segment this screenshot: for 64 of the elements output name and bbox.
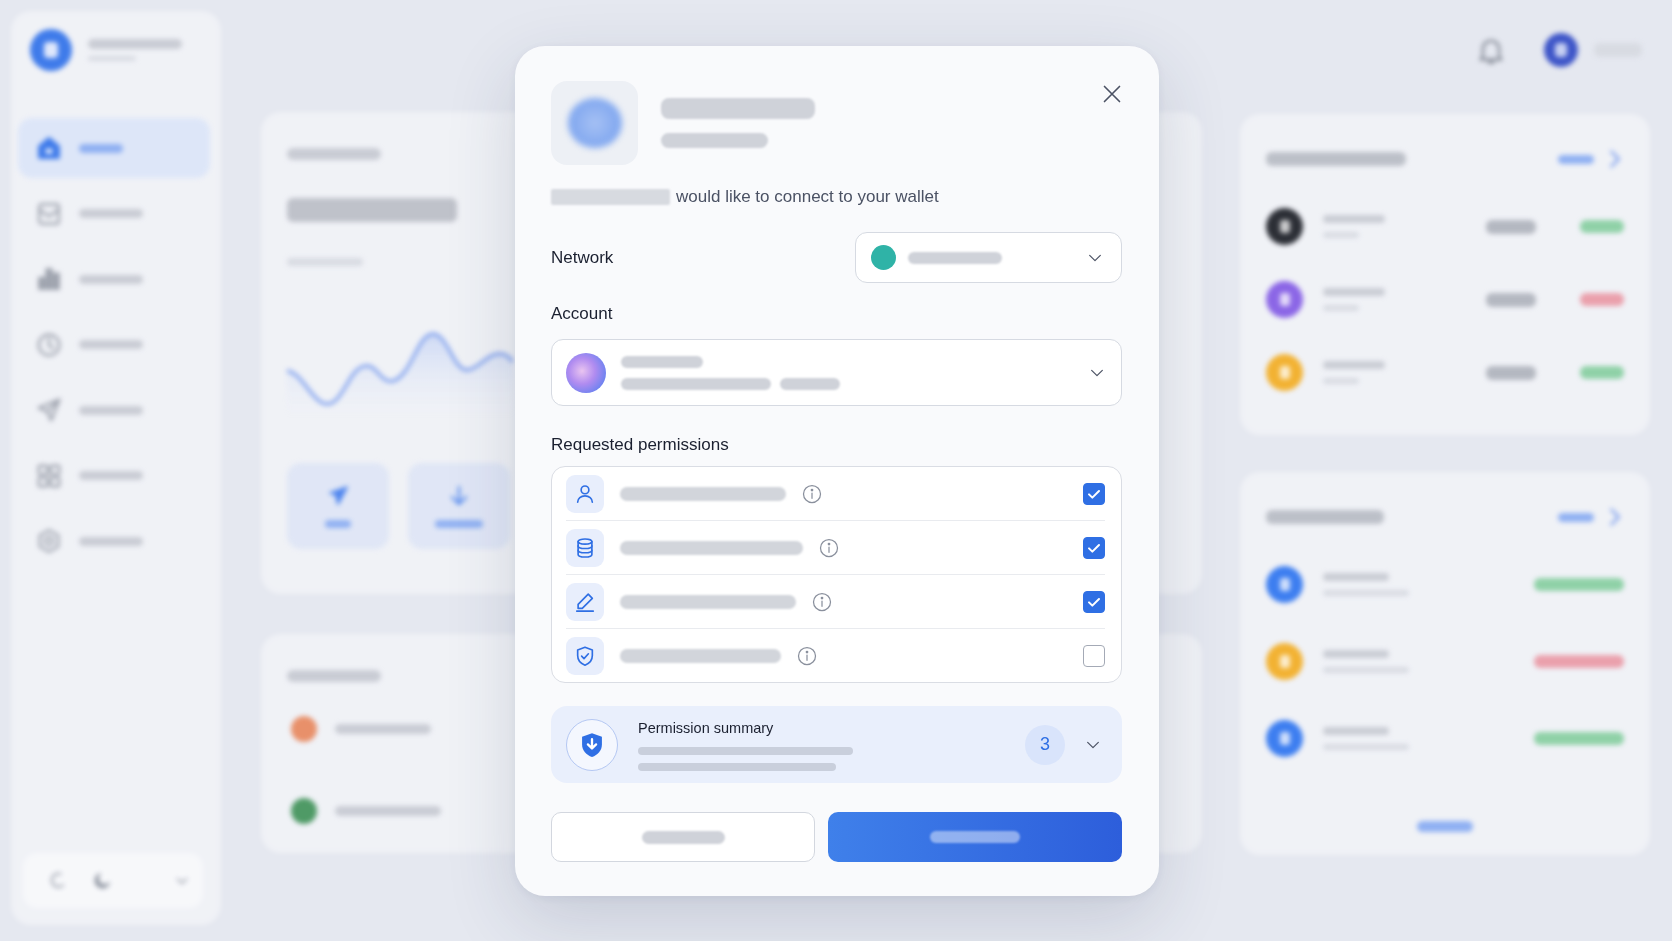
redacted-text (79, 143, 123, 153)
redacted-text (1323, 361, 1385, 369)
redacted-text (1323, 727, 1389, 735)
redacted-text (1486, 219, 1536, 234)
brand-logo-icon (30, 29, 72, 71)
action-button[interactable] (408, 463, 510, 549)
redacted-text (1486, 292, 1536, 307)
moon-icon (92, 870, 112, 891)
redacted-text (1558, 512, 1594, 522)
info-icon[interactable] (812, 591, 832, 612)
checkbox[interactable] (1083, 644, 1105, 667)
mail-icon (36, 200, 62, 227)
send-icon (36, 397, 62, 423)
network-dot-icon (871, 245, 896, 270)
redacted-text (79, 405, 143, 415)
database-icon (566, 528, 604, 567)
redacted-text (79, 274, 143, 284)
home-icon (36, 135, 62, 161)
pen-icon (566, 582, 604, 621)
checkbox[interactable] (1083, 536, 1105, 559)
action-button[interactable] (287, 463, 389, 549)
account-avatar-icon (566, 352, 606, 393)
permissions-heading: Requested permissions (551, 435, 729, 454)
primary-button[interactable] (828, 812, 1122, 862)
app-logo-icon (551, 81, 638, 165)
redacted-text (1417, 821, 1473, 832)
network-select[interactable] (855, 232, 1122, 283)
info-icon[interactable] (797, 645, 817, 666)
secondary-button[interactable] (551, 812, 815, 862)
sidebar-item[interactable] (18, 118, 210, 178)
redacted-text (79, 536, 143, 546)
gear-icon (36, 528, 62, 554)
redacted-text (79, 209, 143, 218)
redacted-text (1323, 650, 1389, 658)
summary-title: Permission summary (638, 718, 775, 737)
checkbox[interactable] (1083, 590, 1105, 613)
redacted-text (79, 471, 143, 480)
checkbox[interactable] (1083, 482, 1105, 505)
account-select[interactable] (551, 339, 1122, 406)
close-icon (1102, 84, 1122, 104)
redacted-text (1323, 573, 1389, 581)
shield-download-icon (566, 718, 618, 771)
redacted-text (79, 340, 143, 349)
clock-icon (36, 331, 62, 358)
permission-summary-panel[interactable]: Permission summary 3 (551, 706, 1122, 783)
shield-check-icon (566, 636, 604, 675)
redacted-text (1486, 365, 1536, 380)
redacted-text (435, 520, 483, 528)
permission-count: 3 (1025, 724, 1065, 765)
grid-icon (36, 462, 62, 489)
redacted-text (780, 377, 840, 390)
connect-message: would like to connect to your wallet (676, 186, 939, 208)
info-icon[interactable] (802, 483, 822, 504)
info-icon[interactable] (819, 537, 839, 558)
redacted-text (1323, 288, 1385, 296)
redacted-text (1323, 215, 1385, 223)
account-label: Account (551, 304, 613, 323)
redacted-text (325, 520, 351, 528)
send-icon (326, 484, 350, 508)
bar-chart-icon (36, 266, 62, 292)
avatar-icon[interactable] (1544, 33, 1578, 67)
network-label: Network (551, 246, 614, 269)
person-icon (566, 474, 604, 513)
redacted-text (1558, 154, 1594, 164)
